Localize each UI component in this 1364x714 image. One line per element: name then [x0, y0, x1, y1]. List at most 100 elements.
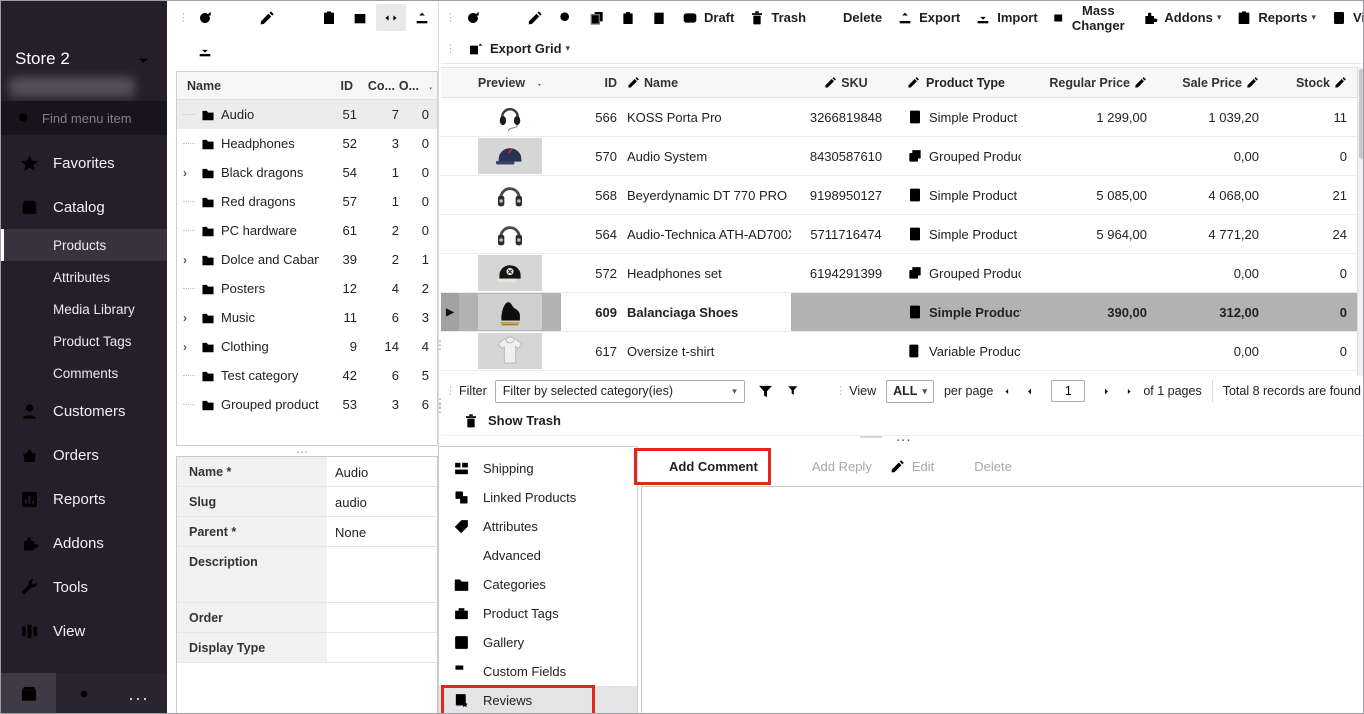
tab-icon — [453, 460, 470, 477]
column-header-sku[interactable]: SKU — [791, 76, 901, 90]
page-number-input[interactable] — [1051, 380, 1085, 402]
category-row[interactable]: › Music 11 6 3 — [177, 303, 437, 332]
per-page-select[interactable]: ALL ▾ — [886, 380, 934, 403]
store-selector[interactable]: Store 2 — [1, 47, 167, 75]
name-field[interactable]: Audio ▾ ▴▾ — [327, 457, 437, 486]
slug-field[interactable]: audio ▾ ▴▾ — [327, 487, 437, 516]
last-page-button[interactable] — [1121, 384, 1136, 399]
category-row[interactable]: › Grouped product 53 3 6 — [177, 390, 437, 419]
column-header-product-type[interactable]: Product Type — [901, 76, 1021, 90]
product-id: 568 — [561, 176, 623, 214]
column-menu-button[interactable] — [441, 76, 459, 89]
sort-ascending-icon — [421, 80, 433, 92]
product-row[interactable]: ▶ 568 Beyerdynamic DT 770 PRO 80 C 91989… — [441, 176, 1357, 215]
toolbar-icon — [527, 10, 543, 26]
toolbar-drag-handle[interactable]: ⋮ — [445, 389, 451, 393]
show-trash-button[interactable]: Show Trash — [488, 413, 561, 428]
category-row[interactable]: › Audio 51 7 0 — [177, 100, 437, 129]
category-row[interactable]: › Clothing 9 14 4 — [177, 332, 437, 361]
toolbar-drag-handle[interactable]: ⋮ — [835, 389, 841, 393]
column-header-name[interactable]: Name — [623, 76, 791, 90]
product-row[interactable]: ▶ 564 Audio-Technica ATH-AD700X A 571171… — [441, 215, 1357, 254]
sidebar-bottom-bar: ... — [1, 673, 167, 714]
toolbar-drag-handle[interactable]: ⋮ — [445, 47, 451, 51]
expand-chevron-icon[interactable]: › — [183, 253, 195, 267]
column-header-regular-price[interactable]: Regular Price — [1021, 76, 1161, 90]
apply-filter-button[interactable] — [757, 383, 774, 400]
tab-icon — [453, 576, 470, 593]
export-grid-button[interactable]: Export Grid ▾ — [461, 35, 577, 62]
product-row[interactable]: ▶ 570 Audio System 8430587610 Grou — [441, 137, 1357, 176]
tab-label: Categories — [483, 577, 546, 592]
product-type-icon — [907, 187, 923, 203]
product-row[interactable]: ▶ 609 Balanciaga Shoes Simple Pro — [441, 293, 1357, 332]
category-row[interactable]: › Posters 12 4 2 — [177, 274, 437, 303]
category-row[interactable]: › Dolce and Cabana 39 2 1 — [177, 245, 437, 274]
expand-chevron-icon[interactable]: › — [183, 340, 195, 354]
tab-label: Product Tags — [483, 606, 559, 621]
toolbar-drag-handle[interactable]: ⋮ — [178, 16, 184, 20]
column-header-stock[interactable]: Stock — [1271, 76, 1357, 90]
toolbar-icon — [197, 43, 213, 59]
column-header-count[interactable]: Co... — [353, 79, 395, 93]
column-header-sale-price[interactable]: Sale Price — [1161, 76, 1271, 90]
order-field[interactable]: ▾ ▴▾ — [327, 603, 437, 632]
column-header-preview[interactable]: Preview — [459, 76, 561, 90]
product-type: Simple Product — [901, 215, 1021, 253]
delete-comment-button[interactable]: Delete — [943, 454, 1021, 479]
comments-content-area[interactable] — [641, 486, 1364, 714]
product-type: Grouped Product — [901, 137, 1021, 175]
scrollbar-thumb[interactable] — [1359, 69, 1364, 159]
category-row[interactable]: › PC hardware 61 2 0 — [177, 216, 437, 245]
product-preview-image — [478, 294, 542, 330]
more-options-button[interactable]: ... — [896, 434, 912, 440]
column-header-name[interactable]: Name — [177, 79, 315, 93]
tab-icon — [453, 489, 470, 506]
product-sale-price: 312,00 — [1161, 293, 1271, 331]
product-row[interactable]: ▶ 566 KOSS Porta Pro 3266819848 Si — [441, 98, 1357, 137]
dropdown-arrow-icon: ▾ — [1217, 12, 1222, 23]
category-id: 11 — [319, 310, 357, 325]
clear-filter-button[interactable] — [786, 383, 803, 400]
add-reply-button[interactable]: Add Reply — [781, 454, 881, 479]
vertical-scrollbar[interactable] — [1357, 67, 1364, 376]
filter-select[interactable]: Filter by selected category(ies) ▾ — [495, 380, 745, 403]
first-page-button[interactable] — [1000, 384, 1015, 399]
category-row[interactable]: › Headphones 52 3 0 — [177, 129, 437, 158]
product-name: Audio-Technica ATH-AD700X A — [623, 215, 791, 253]
tab-icon — [453, 634, 470, 651]
display-type-field[interactable]: ▾ ▴▾ — [327, 633, 437, 662]
product-row[interactable]: ▶ 572 Headphones set 6194291399 Gr — [441, 254, 1357, 293]
next-page-button[interactable] — [1096, 384, 1111, 399]
toolbar-drag-handle[interactable]: ⋮ — [445, 16, 451, 20]
settings-button[interactable] — [56, 673, 111, 714]
previous-page-button[interactable] — [1025, 384, 1040, 399]
column-header-id[interactable]: ID — [561, 76, 623, 90]
product-type-label: Variable Product — [929, 344, 1021, 359]
sidebar-item-label: Products — [53, 238, 106, 253]
description-field[interactable]: ▾ ▴▾ — [327, 547, 437, 602]
expand-chevron-icon[interactable]: › — [183, 166, 195, 180]
category-row[interactable]: › Red dragons 57 1 0 — [177, 187, 437, 216]
expand-chevron-icon[interactable]: › — [183, 311, 195, 325]
parent-field[interactable]: None ▾ ▴▾ — [327, 517, 437, 546]
category-id: 52 — [319, 136, 357, 151]
sidebar-item-icon — [19, 402, 39, 421]
hamburger-menu-button[interactable] — [15, 9, 47, 35]
edit-comment-button[interactable]: Edit — [881, 454, 943, 479]
category-row[interactable]: › Black dragons 54 1 0 — [177, 158, 437, 187]
add-comment-button[interactable]: Add Comment — [638, 454, 767, 479]
category-order: 0 — [399, 194, 437, 209]
category-toolbar: ⋮ — [176, 1, 438, 67]
catalog-mode-button[interactable] — [1, 673, 56, 714]
product-row[interactable]: ▶ 617 Oversize t-shirt Variable P — [441, 332, 1357, 371]
category-row[interactable]: › Test category 42 6 5 — [177, 361, 437, 390]
product-id: 609 — [561, 293, 623, 331]
more-button[interactable]: ... — [111, 673, 167, 714]
sidebar: Store 2 Find menu item Favorites Catalog… — [1, 1, 167, 714]
column-header-id[interactable]: ID — [315, 79, 353, 93]
tree-connector — [183, 404, 195, 405]
dropdown-arrow-icon: ▾ — [1311, 12, 1316, 23]
menu-search[interactable]: Find menu item — [1, 101, 167, 135]
column-header-order[interactable]: O... — [395, 79, 437, 93]
